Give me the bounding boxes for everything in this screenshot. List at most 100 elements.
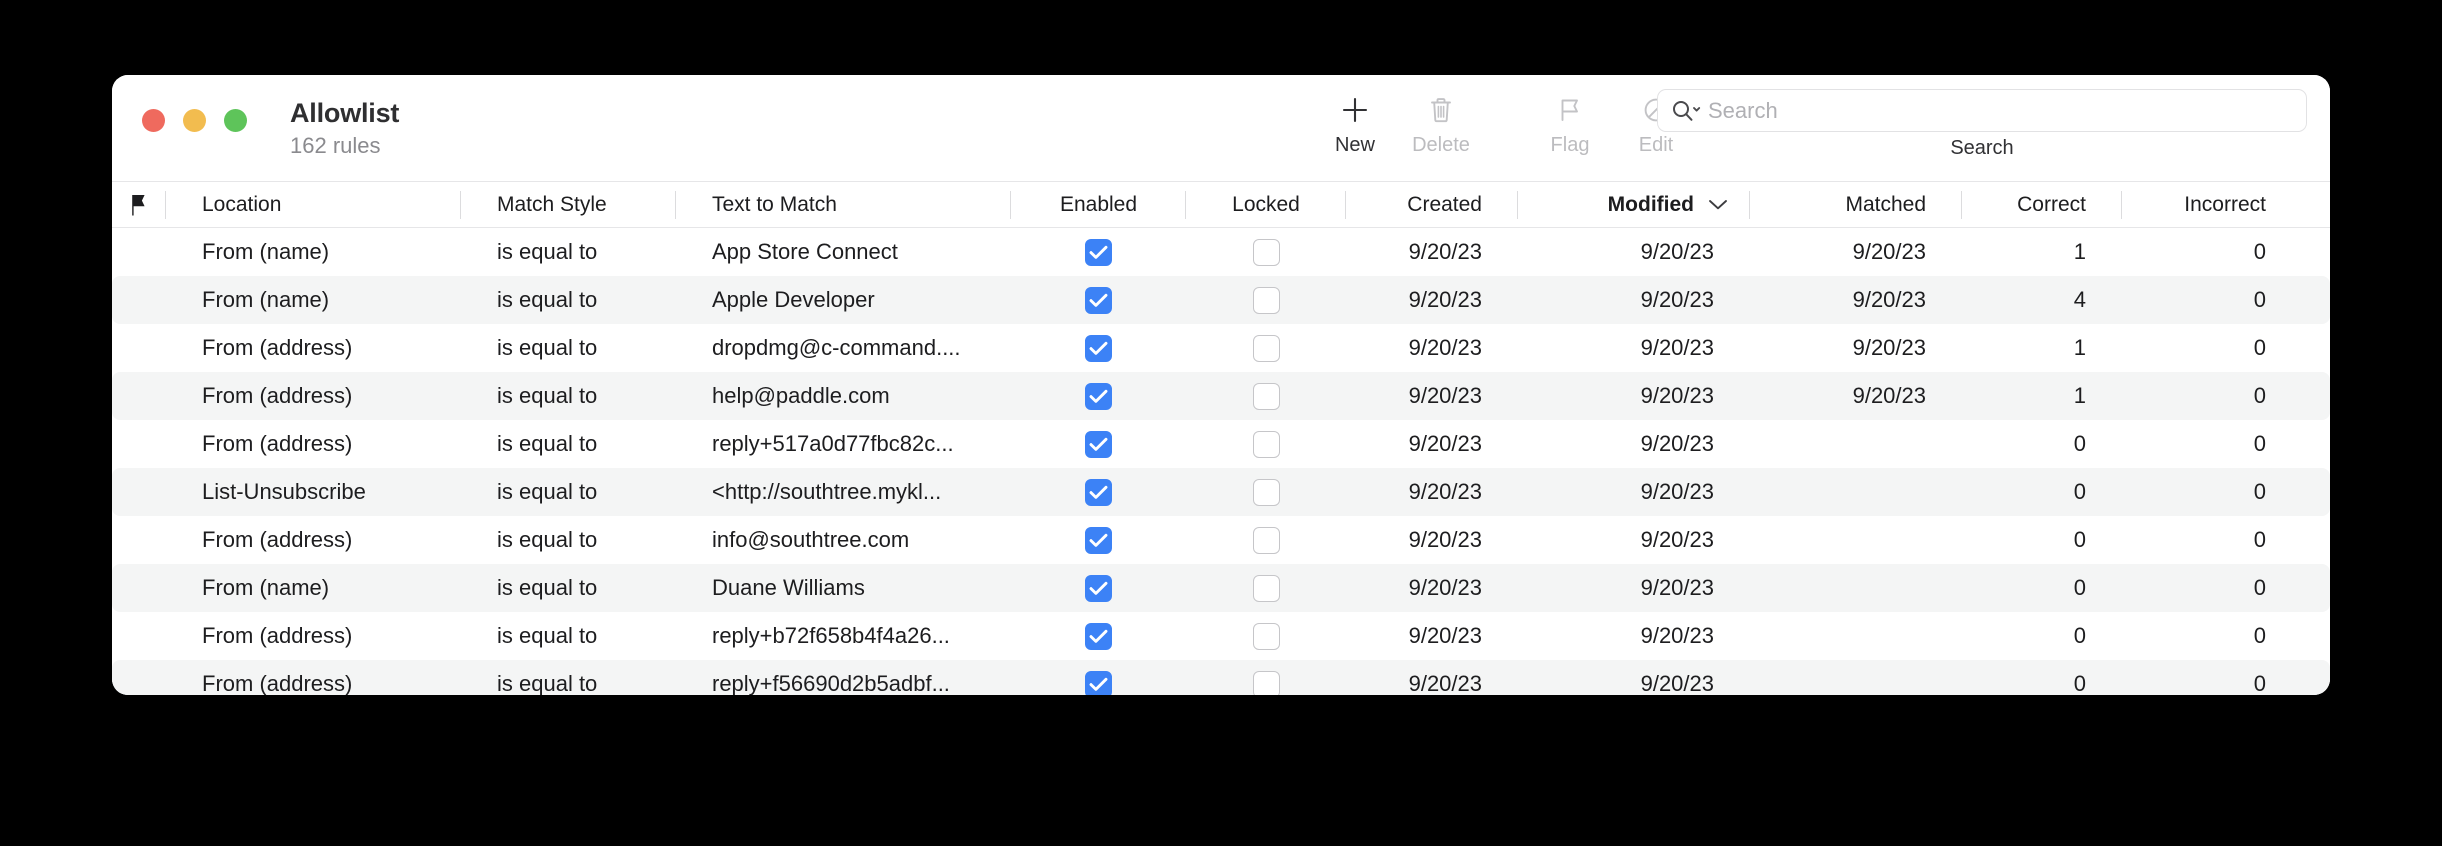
cell-locked[interactable] [1186,612,1346,660]
window-subtitle: 162 rules [290,132,381,158]
cell-locked[interactable] [1186,324,1346,372]
column-header-incorrect[interactable]: Incorrect [2122,182,2302,228]
cell-text-to-match: reply+517a0d77fbc82c... [712,431,954,456]
cell-flag[interactable] [112,324,166,372]
column-header-enabled-label: Enabled [1059,192,1138,216]
cell-enabled[interactable] [1011,516,1186,564]
column-header-locked[interactable]: Locked [1186,182,1346,228]
cell-enabled[interactable] [1011,420,1186,468]
locked-checkbox[interactable] [1252,238,1280,266]
table-row[interactable]: From (address) is equal to reply+b72f658b4… [112,612,2330,660]
enabled-checkbox[interactable] [1085,238,1112,266]
table-row[interactable]: From (name) is equal to Apple Developer 9/2… [112,276,2330,324]
cell-modified: 9/20/23 [1640,287,1714,312]
cell-enabled[interactable] [1011,468,1186,516]
cell-locked[interactable] [1186,564,1346,612]
cell-locked[interactable] [1186,468,1346,516]
search-icon[interactable] [1670,98,1702,124]
cell-enabled[interactable] [1011,276,1186,324]
enabled-checkbox[interactable] [1085,526,1112,554]
table-row[interactable]: From (name) is equal to Duane Williams 9/20… [112,564,2330,612]
locked-checkbox[interactable] [1252,286,1280,314]
column-header-matched[interactable]: Matched [1750,182,1962,228]
column-header-correct[interactable]: Correct [1962,182,2122,228]
cell-flag[interactable] [112,372,166,420]
delete-button[interactable]: Delete [1398,89,1484,155]
column-header-match-style[interactable]: Match Style [461,182,676,228]
cell-locked[interactable] [1186,228,1346,276]
cell-locked[interactable] [1186,516,1346,564]
window-title-block: Allowlist 162 rules [290,97,399,159]
table-row[interactable]: From (address) is equal to info@southtree.… [112,516,2330,564]
enabled-checkbox[interactable] [1085,478,1112,506]
cell-flag[interactable] [112,660,166,695]
cell-locked[interactable] [1186,276,1346,324]
enabled-checkbox[interactable] [1085,286,1112,314]
table-row[interactable]: From (address) is equal to help@paddle.com… [112,372,2330,420]
new-button[interactable]: New [1312,89,1398,155]
cell-enabled[interactable] [1011,660,1186,695]
cell-created: 9/20/23 [1408,623,1482,648]
cell-flag[interactable] [112,516,166,564]
cell-enabled[interactable] [1011,612,1186,660]
enabled-checkbox[interactable] [1085,430,1112,458]
cell-location: From (address) [202,527,353,552]
cell-flag[interactable] [112,564,166,612]
cell-modified: 9/20/23 [1640,671,1714,695]
maximize-button[interactable] [224,109,247,132]
cell-locked[interactable] [1186,372,1346,420]
cell-enabled[interactable] [1011,564,1186,612]
enabled-checkbox[interactable] [1085,382,1112,410]
flag-button[interactable]: Flag [1527,89,1613,155]
cell-match-style: is equal to [497,479,598,504]
cell-created: 9/20/23 [1408,527,1482,552]
close-button[interactable] [142,109,165,132]
column-header-text-to-match[interactable]: Text to Match [676,182,1011,228]
table-row[interactable]: From (address) is equal to reply+f56690d2b… [112,660,2330,695]
cell-flag[interactable] [112,276,166,324]
cell-match-style: is equal to [497,527,598,552]
cell-matched [1750,516,1962,564]
column-header-enabled[interactable]: Enabled [1011,182,1186,228]
minimize-button[interactable] [183,109,206,132]
locked-checkbox[interactable] [1252,622,1280,650]
locked-checkbox[interactable] [1252,430,1280,458]
enabled-checkbox[interactable] [1085,574,1112,602]
enabled-checkbox[interactable] [1085,670,1112,695]
toolbar-group-edit: New Delete [1312,89,1484,155]
cell-enabled[interactable] [1011,324,1186,372]
column-header-modified[interactable]: Modified [1518,182,1750,228]
cell-flag[interactable] [112,420,166,468]
new-button-label: New [1334,134,1375,156]
cell-flag[interactable] [112,228,166,276]
locked-checkbox[interactable] [1252,334,1280,362]
cell-modified: 9/20/23 [1640,335,1714,360]
table-row[interactable]: From (address) is equal to dropdmg@c-comma… [112,324,2330,372]
locked-checkbox[interactable] [1252,670,1280,695]
enabled-checkbox[interactable] [1085,334,1112,362]
search-field[interactable]: Search [1657,89,2307,132]
cell-match-style: is equal to [497,335,598,360]
table-body: From (name) is equal to App Store Connect 9… [112,228,2330,695]
locked-checkbox[interactable] [1252,574,1280,602]
locked-checkbox[interactable] [1252,478,1280,506]
window-toolbar: Allowlist 162 rules New Delete Flag Edit… [112,75,2330,181]
cell-created: 9/20/23 [1408,335,1482,360]
cell-match-style: is equal to [497,287,598,312]
column-header-created[interactable]: Created [1346,182,1518,228]
cell-locked[interactable] [1186,420,1346,468]
cell-enabled[interactable] [1011,372,1186,420]
locked-checkbox[interactable] [1252,526,1280,554]
table-row[interactable]: List-Unsubscribe is equal to <http://sout… [112,468,2330,516]
cell-enabled[interactable] [1011,228,1186,276]
locked-checkbox[interactable] [1252,382,1280,410]
table-row[interactable]: From (name) is equal to App Store Connect 9… [112,228,2330,276]
table-row[interactable]: From (address) is equal to reply+517a0d77f… [112,420,2330,468]
cell-flag[interactable] [112,612,166,660]
enabled-checkbox[interactable] [1085,622,1112,650]
cell-locked[interactable] [1186,660,1346,695]
cell-text-to-match: dropdmg@c-command.... [712,335,961,360]
column-header-location[interactable]: Location [166,182,461,228]
cell-flag[interactable] [112,468,166,516]
column-header-flag[interactable] [112,182,166,228]
